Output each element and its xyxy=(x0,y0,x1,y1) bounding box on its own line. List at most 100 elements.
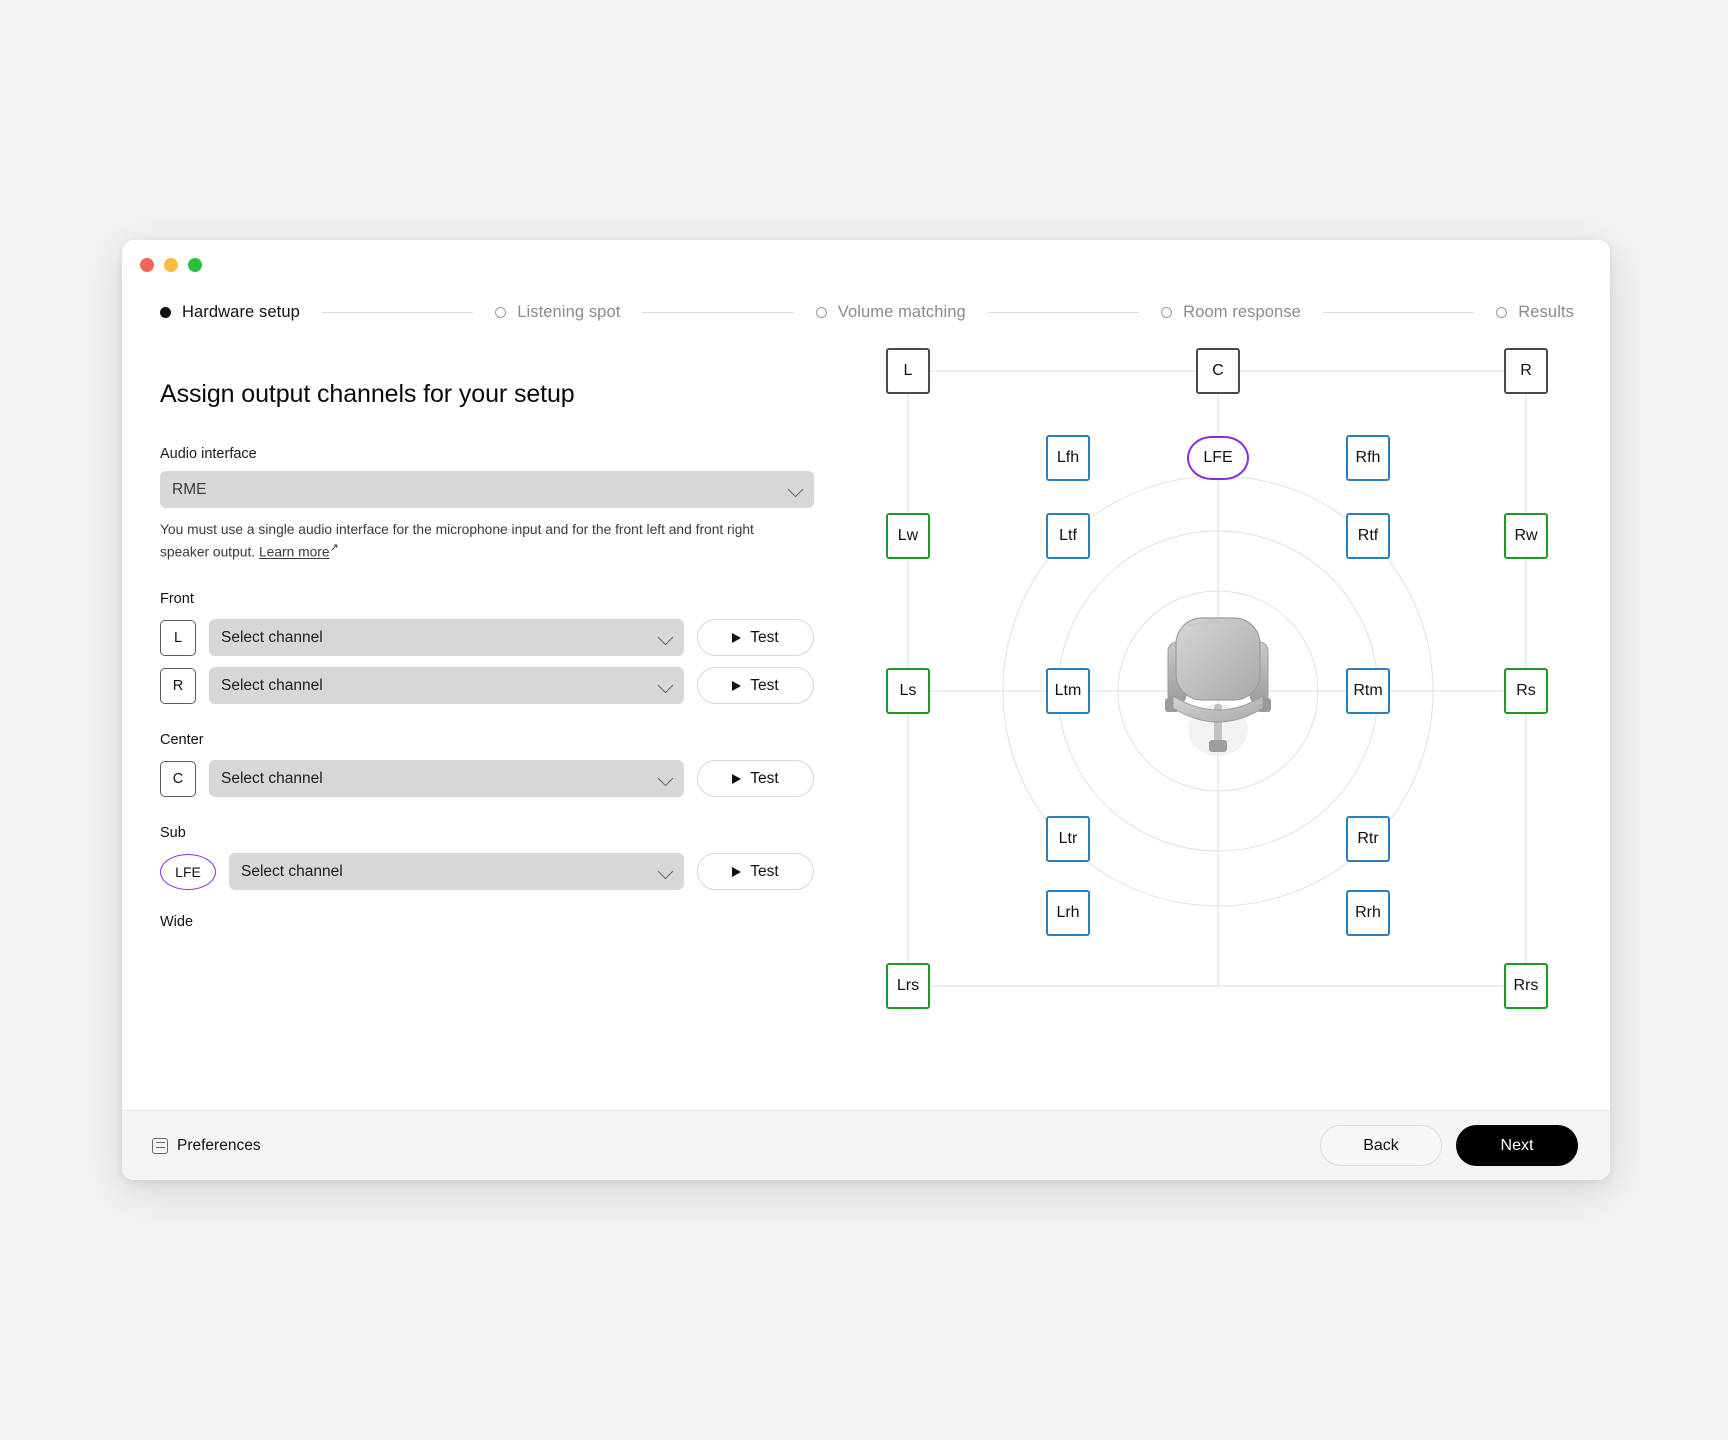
group-wide: Wide xyxy=(160,914,814,930)
test-button-L[interactable]: Test xyxy=(697,619,814,657)
speaker-node-label: LFE xyxy=(1203,449,1233,466)
play-icon xyxy=(732,866,742,877)
step-room-response[interactable]: Room response xyxy=(1161,303,1301,322)
speaker-node-Rtm[interactable]: Rtm xyxy=(1346,668,1390,714)
speaker-node-label: Rtf xyxy=(1357,527,1379,544)
speaker-node-Rrs[interactable]: Rrs xyxy=(1504,963,1548,1009)
speaker-node-R[interactable]: R xyxy=(1504,348,1548,394)
external-link-icon: ↗ xyxy=(329,542,339,555)
speaker-node-Ls[interactable]: Ls xyxy=(886,668,930,714)
channel-select-value: Select channel xyxy=(241,862,343,880)
speaker-node-Ltm[interactable]: Ltm xyxy=(1046,668,1090,714)
speaker-node-label: Rfh xyxy=(1355,449,1381,466)
preferences-icon xyxy=(152,1137,168,1154)
speaker-node-label: Rrs xyxy=(1513,977,1539,994)
speaker-node-label: Ltr xyxy=(1058,830,1078,847)
channel-select-R[interactable]: Select channel xyxy=(209,667,684,705)
next-button[interactable]: Next xyxy=(1456,1125,1578,1166)
channel-badge-R[interactable]: R xyxy=(160,667,196,704)
step-label: Volume matching xyxy=(837,302,966,321)
test-button-LFE[interactable]: Test xyxy=(697,853,814,891)
footer-bar: Preferences Back Next xyxy=(122,1110,1610,1180)
channel-assignment-panel: Assign output channels for your setup Au… xyxy=(122,336,854,1110)
speaker-node-L[interactable]: L xyxy=(886,348,930,394)
audio-interface-select[interactable]: RME xyxy=(160,471,814,508)
channel-select-LFE[interactable]: Select channel xyxy=(229,853,684,891)
content-area: Assign output channels for your setup Au… xyxy=(122,336,1610,1110)
speaker-node-Lrh[interactable]: Lrh xyxy=(1046,890,1090,936)
audio-interface-help-text: You must use a single audio interface fo… xyxy=(160,519,760,563)
step-label: Results xyxy=(1518,302,1574,321)
speaker-node-LFE[interactable]: LFE xyxy=(1187,436,1249,480)
speaker-node-Rw[interactable]: Rw xyxy=(1504,513,1548,559)
speaker-node-Ltr[interactable]: Ltr xyxy=(1046,816,1090,862)
step-hardware-setup[interactable]: Hardware setup xyxy=(160,303,300,322)
title-bar xyxy=(122,240,1610,288)
speaker-node-label: Lfh xyxy=(1056,449,1080,466)
group-title: Front xyxy=(160,591,194,608)
step-connector xyxy=(321,311,474,313)
chevron-down-icon xyxy=(657,629,674,646)
group-title: Sub xyxy=(160,825,186,842)
minimize-button[interactable] xyxy=(164,258,178,272)
speaker-node-Rrh[interactable]: Rrh xyxy=(1346,890,1390,936)
step-listening-spot[interactable]: Listening spot xyxy=(495,303,620,322)
close-button[interactable] xyxy=(140,258,154,272)
back-button[interactable]: Back xyxy=(1320,1125,1442,1166)
speaker-node-label: Lrs xyxy=(896,977,920,994)
step-dot-icon xyxy=(160,306,171,318)
step-dot-icon xyxy=(815,306,827,318)
preferences-label: Preferences xyxy=(177,1136,261,1154)
channel-row-R: R Select channel Test xyxy=(160,667,814,705)
step-connector xyxy=(987,311,1140,313)
speaker-node-label: Ltf xyxy=(1059,527,1077,544)
play-icon xyxy=(732,632,742,643)
chevron-down-icon xyxy=(787,481,804,497)
step-connector xyxy=(1322,311,1475,313)
preferences-button[interactable]: Preferences xyxy=(152,1137,261,1155)
speaker-node-Rtr[interactable]: Rtr xyxy=(1346,816,1390,862)
channel-select-value: Select channel xyxy=(221,676,323,694)
speaker-node-label: C xyxy=(1212,362,1224,379)
step-dot-icon xyxy=(1161,306,1173,318)
speaker-node-Lrs[interactable]: Lrs xyxy=(886,963,930,1009)
chevron-down-icon xyxy=(657,677,674,694)
group-sub: Sub LFE Select channel Test xyxy=(160,825,814,891)
speaker-node-Ltf[interactable]: Ltf xyxy=(1046,513,1090,559)
speaker-node-Lfh[interactable]: Lfh xyxy=(1046,435,1090,481)
group-title: Wide xyxy=(160,914,194,931)
step-results[interactable]: Results xyxy=(1496,303,1574,322)
channel-row-L: L Select channel Test xyxy=(160,619,814,657)
speaker-node-Rfh[interactable]: Rfh xyxy=(1346,435,1390,481)
speaker-node-label: Rw xyxy=(1514,527,1538,544)
channel-select-L[interactable]: Select channel xyxy=(209,619,684,657)
channel-badge-LFE[interactable]: LFE xyxy=(160,853,216,890)
speaker-node-Rs[interactable]: Rs xyxy=(1504,668,1548,714)
test-button-R[interactable]: Test xyxy=(697,667,814,705)
audio-interface-field: Audio interface RME You must use a singl… xyxy=(160,446,814,563)
step-connector xyxy=(642,311,794,313)
chevron-down-icon xyxy=(657,863,674,880)
step-dot-icon xyxy=(1496,306,1508,318)
channel-badge-L[interactable]: L xyxy=(160,619,196,656)
test-button-label: Test xyxy=(750,862,779,880)
learn-more-link[interactable]: Learn more xyxy=(259,545,330,560)
listening-position-chair-icon xyxy=(1165,617,1271,756)
help-text: You must use a single audio interface fo… xyxy=(160,522,754,560)
speaker-node-label: Rtr xyxy=(1357,830,1379,847)
speaker-node-C[interactable]: C xyxy=(1196,348,1240,394)
step-label: Listening spot xyxy=(517,302,621,321)
speaker-node-Rtf[interactable]: Rtf xyxy=(1346,513,1390,559)
speaker-node-label: L xyxy=(903,362,913,379)
speaker-layout-diagram: L C R Lfh LFE Rfh Lw Ltf Rtf Rw Ls Ltm Rtm Rs Ltr Rtr Lr… xyxy=(854,336,1610,1110)
test-button-C[interactable]: Test xyxy=(697,760,814,798)
channel-badge-C[interactable]: C xyxy=(160,760,196,797)
step-dot-icon xyxy=(495,306,507,318)
step-volume-matching[interactable]: Volume matching xyxy=(815,302,966,322)
group-center: Center C Select channel Test xyxy=(160,732,814,798)
page-title: Assign output channels for your setup xyxy=(160,380,575,408)
speaker-node-Lw[interactable]: Lw xyxy=(886,513,930,559)
zoom-button[interactable] xyxy=(188,258,202,272)
channel-select-C[interactable]: Select channel xyxy=(209,760,684,798)
speaker-node-label: Ltm xyxy=(1054,682,1082,699)
